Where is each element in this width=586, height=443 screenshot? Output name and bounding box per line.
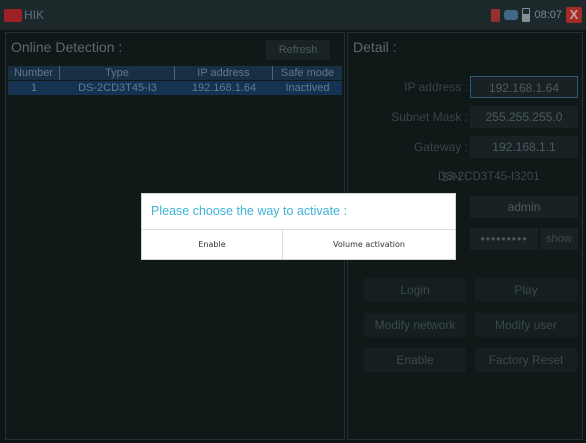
dialog-enable-button[interactable]: Enable xyxy=(142,230,283,259)
dialog-title: Please choose the way to activate : xyxy=(151,204,347,218)
dialog-volume-activation-button[interactable]: Volume activation xyxy=(283,230,455,259)
activation-dialog: Please choose the way to activate : Enab… xyxy=(141,193,456,260)
